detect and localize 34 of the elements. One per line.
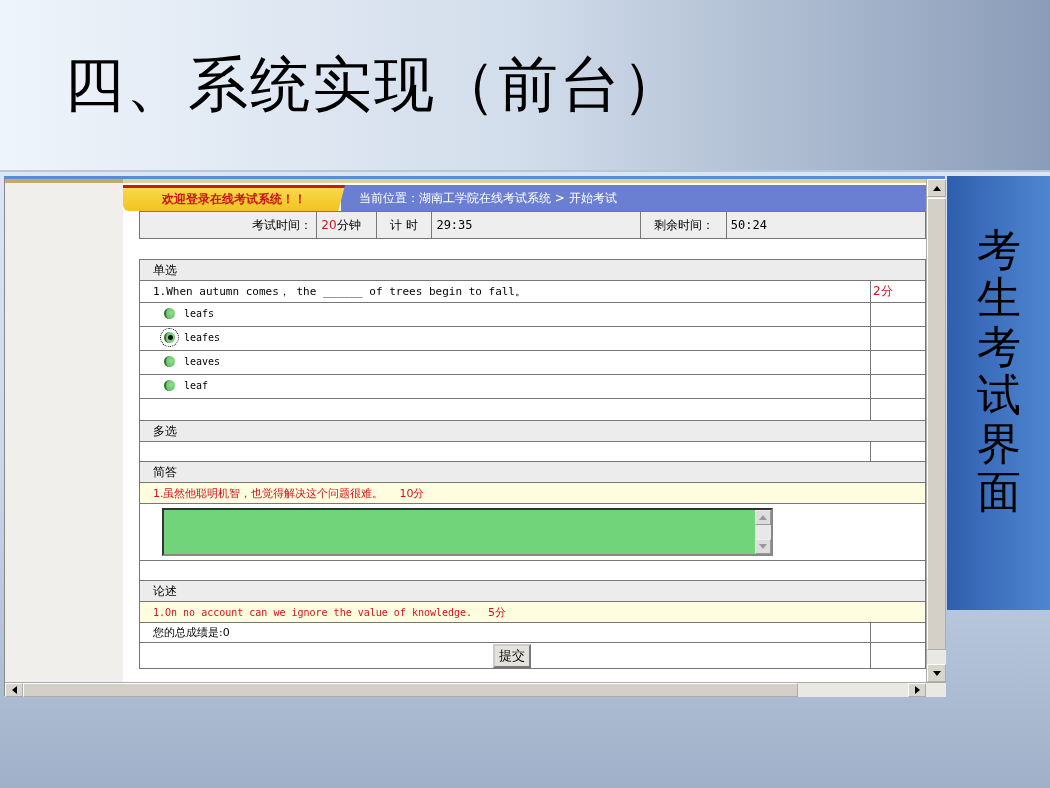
elapsed-time: 29:35 [436,218,473,232]
exam-time-label: 考试时间： [252,217,313,232]
submit-button[interactable]: 提交 [492,643,531,668]
welcome-banner: 欢迎登录在线考试系统！！ [123,185,345,211]
question-score: 5分 [488,605,507,619]
radio-button[interactable] [164,379,175,391]
remaining-time: 50:24 [730,218,767,232]
exam-time-value: 20分钟 [321,217,361,232]
section-heading: 简答 [153,464,177,479]
horizontal-scrollbar[interactable] [5,682,946,697]
total-score: 您的总成绩是:0 [153,626,230,639]
question-score: 2分 [873,284,893,298]
elapsed-label: 计 时 [390,217,419,232]
section-heading: 多选 [153,423,177,438]
option-label: leafs [184,307,215,319]
remaining-label: 剩余时间： [653,217,714,232]
side-label: 考生考试界面 [976,226,1021,517]
radio-button[interactable] [164,307,175,319]
scrollbar-thumb[interactable] [23,683,798,697]
option-label: leafes [184,331,221,343]
radio-button[interactable] [164,355,175,367]
slide-title: 四、系统实现（前台） [64,47,684,121]
question-score: 10分 [399,486,425,500]
section-heading: 论述 [153,583,177,598]
scroll-left-icon[interactable] [5,683,23,697]
option-label: leaves [184,355,221,367]
option-label: leaf [184,379,209,391]
question-text: 1.On no account can we ignore the value of knowledge. [153,606,473,618]
section-heading: 单选 [153,262,177,277]
breadcrumb-bar: 当前位置：湖南工学院在线考试系统 > 开始考试 [341,185,926,211]
scroll-right-icon[interactable] [908,683,926,697]
question-text: 1.When autumn comes， the ______ of trees begin to fall。 [153,285,526,298]
radio-button[interactable] [164,331,175,343]
question-text: 1.虽然他聪明机智，也觉得解决这个问题很难。 [153,486,384,500]
